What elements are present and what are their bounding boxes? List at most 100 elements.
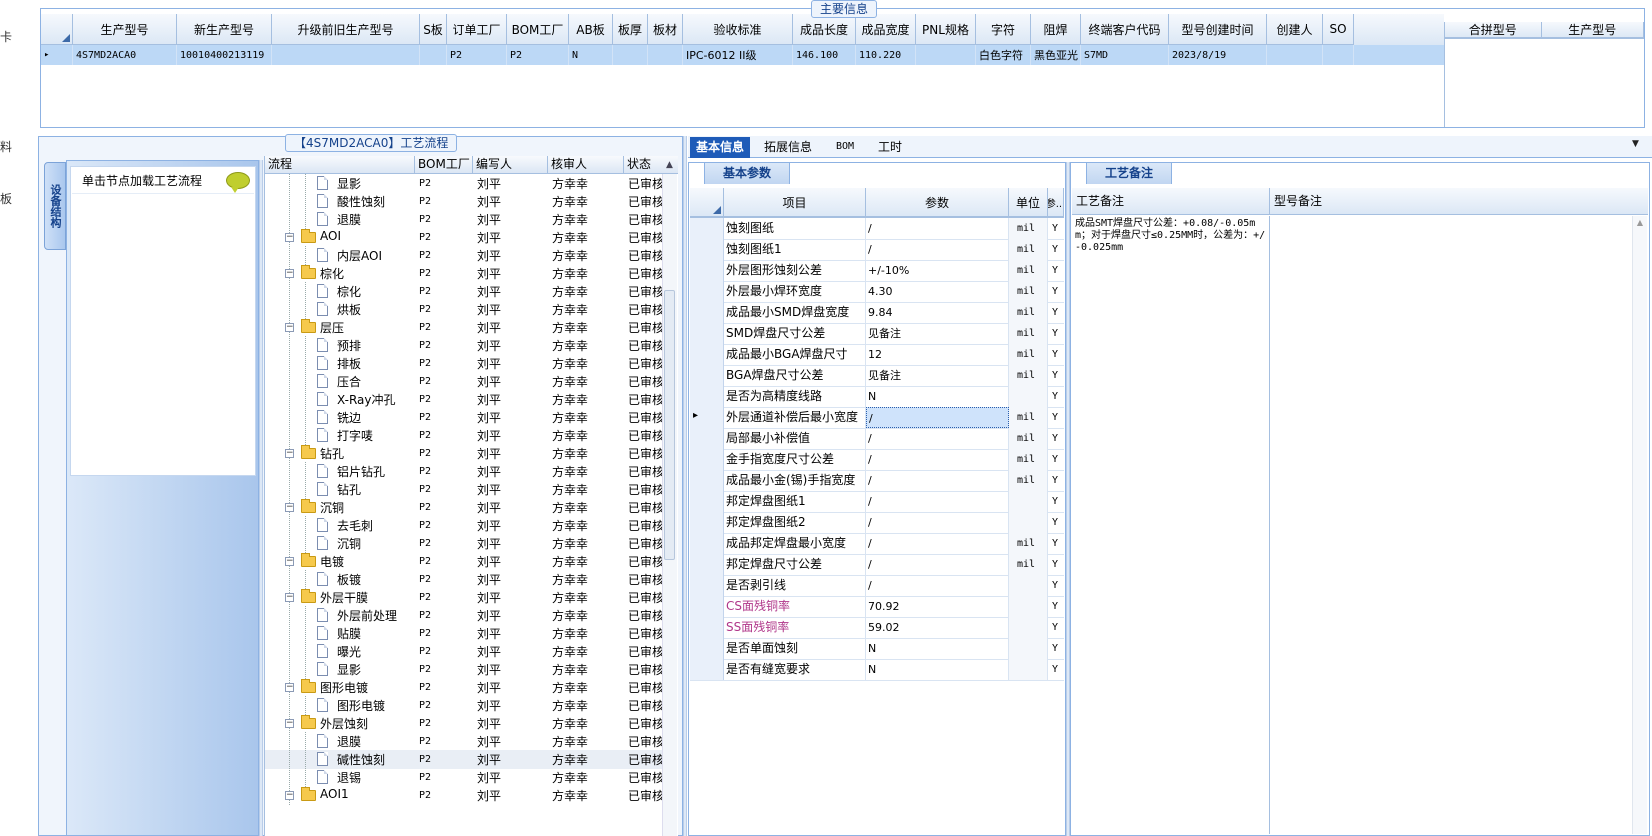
param-value-cell[interactable]: / [866, 428, 1009, 449]
main-col-header[interactable]: SO [1323, 14, 1354, 45]
tree-node[interactable]: 内层AOI [265, 246, 415, 265]
row-header[interactable] [690, 218, 724, 239]
tree-row[interactable]: − 棕化 P2 刘平 方幸幸 已审核 [265, 264, 665, 283]
collapse-toggle-icon[interactable]: − [285, 269, 294, 278]
tree-node[interactable]: 显影 [265, 174, 415, 193]
tree-row[interactable]: 贴膜 P2 刘平 方幸幸 已审核 [265, 624, 665, 643]
tree-row[interactable]: 铝片钻孔 P2 刘平 方幸幸 已审核 [265, 462, 665, 481]
collapse-toggle-icon[interactable]: − [285, 719, 294, 728]
tree-row[interactable]: 板镀 P2 刘平 方幸幸 已审核 [265, 570, 665, 589]
col-header-bom-factory[interactable]: BOM工厂 [415, 156, 473, 173]
tree-row[interactable]: 酸性蚀刻 P2 刘平 方幸幸 已审核 [265, 192, 665, 211]
main-cell[interactable]: 4S7MD2ACA0 [73, 45, 177, 65]
row-header[interactable] [690, 428, 724, 449]
main-col-header[interactable]: 成品宽度 [856, 14, 916, 45]
main-col-header[interactable]: 型号创建时间 [1169, 14, 1267, 45]
tree-node[interactable]: 预排 [265, 336, 415, 355]
row-header[interactable] [690, 491, 724, 512]
param-value-cell[interactable]: / [866, 512, 1009, 533]
tree-node[interactable]: 板镀 [265, 570, 415, 589]
param-row[interactable]: 邦定焊盘尺寸公差 / mil Y [690, 554, 1064, 576]
col-header-item[interactable]: 项目 [724, 188, 866, 217]
tree-row[interactable]: 去毛刺 P2 刘平 方幸幸 已审核 [265, 516, 665, 535]
row-header[interactable] [690, 365, 724, 386]
param-row[interactable]: 局部最小补偿值 / mil Y [690, 428, 1064, 450]
param-row[interactable]: 是否有缝宽要求 N Y [690, 659, 1064, 681]
tree-node[interactable]: 退锡 [265, 768, 415, 787]
tree-row[interactable]: − AOI P2 刘平 方幸幸 已审核 [265, 228, 665, 247]
tree-node[interactable]: − AOI1 [265, 786, 415, 805]
tree-row[interactable]: 退锡 P2 刘平 方幸幸 已审核 [265, 768, 665, 787]
tree-row[interactable]: − 沉铜 P2 刘平 方幸幸 已审核 [265, 498, 665, 517]
tree-node[interactable]: 烘板 [265, 300, 415, 319]
param-row[interactable]: 邦定焊盘图纸2/ Y [690, 512, 1064, 534]
row-header[interactable] [690, 533, 724, 554]
scroll-up-arrow-icon[interactable]: ▲ [1633, 218, 1647, 227]
param-value-cell[interactable]: / [866, 449, 1009, 470]
param-value-cell[interactable]: / [866, 407, 1009, 428]
tree-row[interactable]: − AOI1 P2 刘平 方幸幸 已审核 [265, 786, 665, 805]
tree-row[interactable]: − 电镀 P2 刘平 方幸幸 已审核 [265, 552, 665, 571]
collapse-toggle-icon[interactable]: − [285, 323, 294, 332]
main-grid-row[interactable]: ▸ 4S7MD2ACA0 10010400213119 P2 P2 N IPC-6012 I… [41, 45, 1444, 65]
tree-node[interactable]: − 外层蚀刻 [265, 714, 415, 733]
param-row[interactable]: BGA焊盘尺寸公差 见备注 mil Y [690, 365, 1064, 387]
param-value-cell[interactable]: +/-10% [866, 260, 1009, 281]
main-cell[interactable]: 白色字符 [976, 45, 1031, 65]
tree-row[interactable]: − 外层蚀刻 P2 刘平 方幸幸 已审核 [265, 714, 665, 733]
param-row[interactable]: 成品最小金(锡)手指宽度 / mil Y [690, 470, 1064, 492]
main-cell[interactable] [916, 45, 976, 65]
row-header[interactable] [690, 323, 724, 344]
param-value-cell[interactable]: / [866, 239, 1009, 260]
main-col-header[interactable]: PNL规格 [916, 14, 976, 45]
main-col-header[interactable]: BOM工厂 [507, 14, 569, 45]
tree-row[interactable]: − 层压 P2 刘平 方幸幸 已审核 [265, 318, 665, 337]
main-cell[interactable]: 146.100 [793, 45, 856, 65]
param-row[interactable]: 蚀刻图纸 / mil Y [690, 218, 1064, 240]
tree-row[interactable]: 退膜 P2 刘平 方幸幸 已审核 [265, 210, 665, 229]
tree-row[interactable]: 烘板 P2 刘平 方幸幸 已审核 [265, 300, 665, 319]
tab-bom[interactable]: BOM [830, 137, 860, 158]
param-value-cell[interactable]: N [866, 659, 1009, 680]
tree-node[interactable]: 贴膜 [265, 624, 415, 643]
param-value-cell[interactable]: / [866, 491, 1009, 512]
equipment-structure-tab[interactable]: 设备结构 [44, 162, 66, 250]
tree-node[interactable]: 外层前处理 [265, 606, 415, 625]
param-value-cell[interactable]: / [866, 554, 1009, 575]
param-value-cell[interactable]: / [866, 218, 1009, 239]
param-row[interactable]: 金手指宽度尺寸公差 / mil Y [690, 449, 1064, 471]
col-header-unit[interactable]: 单位 [1009, 188, 1048, 217]
tree-row[interactable]: 铣边 P2 刘平 方幸幸 已审核 [265, 408, 665, 427]
tree-node[interactable]: 酸性蚀刻 [265, 192, 415, 211]
tree-node[interactable]: 曝光 [265, 642, 415, 661]
tree-row[interactable]: 沉铜 P2 刘平 方幸幸 已审核 [265, 534, 665, 553]
tree-node[interactable]: − 棕化 [265, 264, 415, 283]
row-header[interactable] [690, 575, 724, 596]
tree-row[interactable]: 外层前处理 P2 刘平 方幸幸 已审核 [265, 606, 665, 625]
tree-scrollbar-thumb[interactable] [664, 290, 675, 560]
tree-node[interactable]: 钻孔 [265, 480, 415, 499]
col-header-flow[interactable]: 流程 [265, 156, 415, 173]
main-cell[interactable] [420, 45, 447, 65]
main-col-header[interactable]: 生产型号 [73, 14, 177, 45]
param-row[interactable]: ▸ 外层通道补偿后最小宽度 / mil Y [690, 407, 1064, 429]
tree-node[interactable]: − 电镀 [265, 552, 415, 571]
tree-node[interactable]: 退膜 [265, 210, 415, 229]
param-value-cell[interactable]: / [866, 470, 1009, 491]
main-col-header[interactable]: AB板 [569, 14, 613, 45]
main-cell[interactable] [272, 45, 420, 65]
panel-splitter[interactable] [259, 160, 263, 836]
tree-row[interactable]: 显影 P2 刘平 方幸幸 已审核 [265, 660, 665, 679]
main-col-header[interactable]: 成品长度 [793, 14, 856, 45]
param-row[interactable]: 外层最小焊环宽度 4.30 mil Y [690, 281, 1064, 303]
tree-node[interactable]: 铣边 [265, 408, 415, 427]
param-row[interactable]: SMD焊盘尺寸公差 见备注 mil Y [690, 323, 1064, 345]
tree-node[interactable]: 铝片钻孔 [265, 462, 415, 481]
main-cell[interactable] [648, 45, 683, 65]
main-col-header[interactable]: 验收标准 [683, 14, 793, 45]
param-row[interactable]: 是否剥引线 / Y [690, 575, 1064, 597]
main-col-header[interactable]: 升级前旧生产型号 [272, 14, 420, 45]
tree-row[interactable]: 预排 P2 刘平 方幸幸 已审核 [265, 336, 665, 355]
main-cell[interactable]: P2 [447, 45, 507, 65]
param-value-cell[interactable]: 12 [866, 344, 1009, 365]
